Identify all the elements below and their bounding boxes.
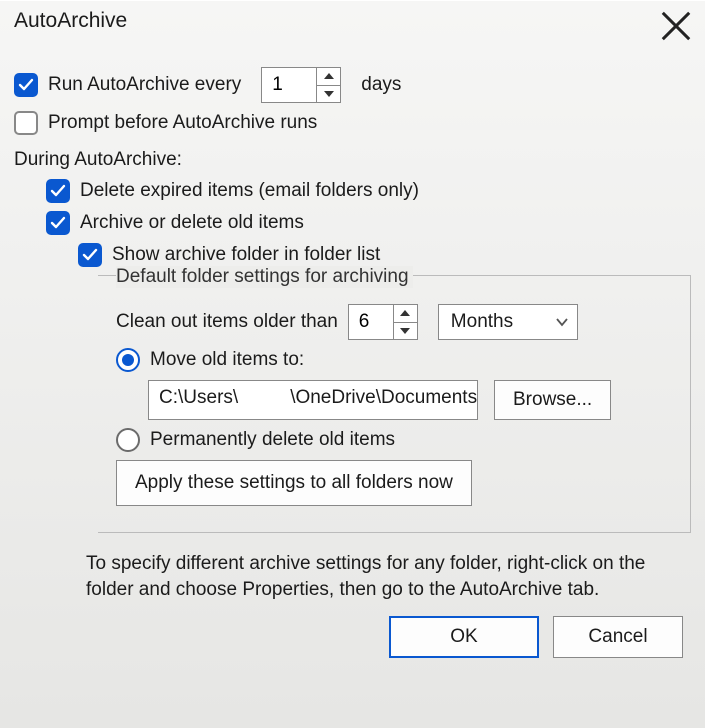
days-label: days (361, 74, 401, 96)
show-archive-folder-checkbox[interactable] (78, 243, 102, 267)
check-icon (50, 183, 66, 199)
clean-out-unit-select[interactable]: Months (438, 304, 578, 340)
close-button[interactable] (659, 9, 693, 43)
clean-out-label: Clean out items older than (116, 311, 338, 333)
close-icon (659, 9, 693, 43)
spin-down-button[interactable] (394, 323, 417, 340)
archive-delete-label: Archive or delete old items (80, 212, 304, 234)
permanently-delete-radio[interactable] (116, 428, 140, 452)
titlebar: AutoArchive (0, 1, 705, 49)
ok-button[interactable]: OK (389, 616, 539, 658)
chevron-up-icon (324, 73, 334, 79)
run-every-days-input[interactable] (262, 68, 316, 102)
clean-out-input[interactable] (349, 305, 393, 339)
default-folder-settings-group: Default folder settings for archiving Cl… (98, 275, 691, 533)
group-legend: Default folder settings for archiving (116, 266, 413, 288)
chevron-up-icon (400, 310, 410, 316)
spin-down-button[interactable] (317, 86, 340, 103)
run-autoarchive-label: Run AutoArchive every (48, 74, 241, 96)
delete-expired-checkbox[interactable] (46, 179, 70, 203)
check-icon (82, 247, 98, 263)
move-old-items-radio[interactable] (116, 348, 140, 372)
browse-button[interactable]: Browse... (494, 380, 611, 420)
chevron-down-icon (555, 311, 569, 333)
run-autoarchive-checkbox[interactable] (14, 73, 38, 97)
clean-out-unit-value: Months (451, 311, 513, 333)
spin-up-button[interactable] (317, 68, 340, 86)
check-icon (18, 77, 34, 93)
run-every-days-spinner[interactable] (261, 67, 341, 103)
permanently-delete-label: Permanently delete old items (150, 429, 395, 451)
during-heading: During AutoArchive: (14, 149, 695, 171)
check-icon (50, 215, 66, 231)
prompt-before-checkbox[interactable] (14, 111, 38, 135)
chevron-down-icon (400, 328, 410, 334)
footer-help-text: To specify different archive settings fo… (86, 551, 695, 602)
spin-up-button[interactable] (394, 305, 417, 323)
move-old-items-label: Move old items to: (150, 349, 304, 371)
dialog-title: AutoArchive (14, 9, 127, 33)
archive-delete-checkbox[interactable] (46, 211, 70, 235)
move-path-input[interactable]: C:\Users\\OneDrive\Documents\Ou (148, 380, 478, 420)
show-archive-folder-label: Show archive folder in folder list (112, 244, 380, 266)
apply-all-folders-button[interactable]: Apply these settings to all folders now (116, 460, 472, 506)
prompt-before-label: Prompt before AutoArchive runs (48, 112, 317, 134)
chevron-down-icon (324, 91, 334, 97)
cancel-button[interactable]: Cancel (553, 616, 683, 658)
clean-out-spinner[interactable] (348, 304, 418, 340)
autoarchive-dialog: AutoArchive Run AutoArchive every days (0, 0, 705, 728)
delete-expired-label: Delete expired items (email folders only… (80, 180, 419, 202)
